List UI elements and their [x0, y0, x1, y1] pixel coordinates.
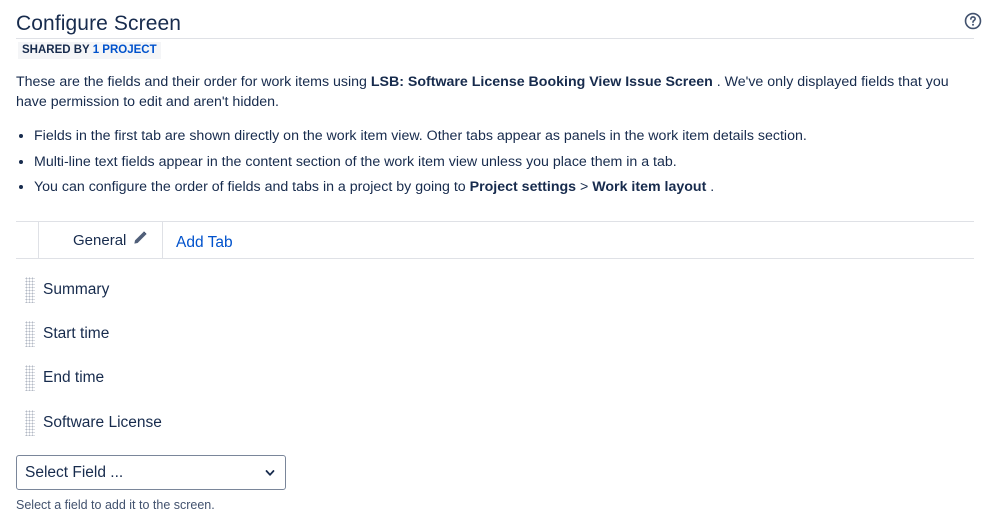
note-item: You can configure the order of fields an… [34, 175, 974, 201]
project-settings-text: Project settings [469, 179, 577, 195]
screen-description: These are the fields and their order for… [16, 72, 974, 112]
shared-by-label: SHARED BY [22, 44, 93, 56]
tab-general-label: General [73, 232, 127, 249]
select-field-hint: Select a field to add it to the screen. [16, 498, 215, 512]
drag-handle-icon[interactable] [25, 321, 35, 347]
page-header: Configure Screen [16, 10, 982, 39]
notes-list: Fields in the first tab are shown direct… [16, 124, 974, 201]
drag-handle-icon[interactable] [25, 365, 35, 391]
drag-handle-icon[interactable] [25, 410, 35, 436]
shared-by-badge: SHARED BY 1 PROJECT [18, 42, 161, 59]
description-text-start: These are the fields and their order for… [16, 74, 371, 90]
tab-general[interactable]: General [38, 222, 163, 258]
question-circle-icon[interactable] [964, 12, 982, 30]
field-label: Summary [43, 281, 110, 298]
drag-handle-icon[interactable] [25, 277, 35, 303]
shared-projects-link[interactable]: 1 PROJECT [93, 44, 157, 56]
field-row-end-time[interactable]: End time [22, 365, 322, 391]
page-content: Configure Screen SHARED BY 1 PROJECT The… [16, 10, 982, 201]
select-field-value: Select Field ... [25, 464, 124, 481]
page-title: Configure Screen [16, 12, 182, 35]
work-item-layout-text: Work item layout [592, 179, 707, 195]
field-row-summary[interactable]: Summary [22, 277, 322, 303]
pencil-icon[interactable] [132, 230, 148, 246]
breadcrumb-separator: > [576, 179, 593, 195]
note-text-end: . [706, 179, 715, 195]
chevron-down-icon [265, 470, 275, 476]
screen-tabs: General Add Tab [16, 221, 974, 259]
field-label: Start time [43, 325, 110, 342]
field-row-software-license[interactable]: Software License [22, 410, 322, 436]
note-text: You can configure the order of fields an… [34, 179, 470, 195]
add-tab-link[interactable]: Add Tab [176, 234, 233, 252]
select-field-dropdown[interactable]: Select Field ... [16, 455, 286, 490]
screen-name: LSB: Software License Booking View Issue… [370, 74, 713, 90]
field-label: Software License [43, 414, 162, 431]
field-row-start-time[interactable]: Start time [22, 321, 322, 347]
note-item: Multi-line text fields appear in the con… [34, 150, 974, 176]
field-label: End time [43, 369, 105, 386]
note-item: Fields in the first tab are shown direct… [34, 124, 974, 150]
